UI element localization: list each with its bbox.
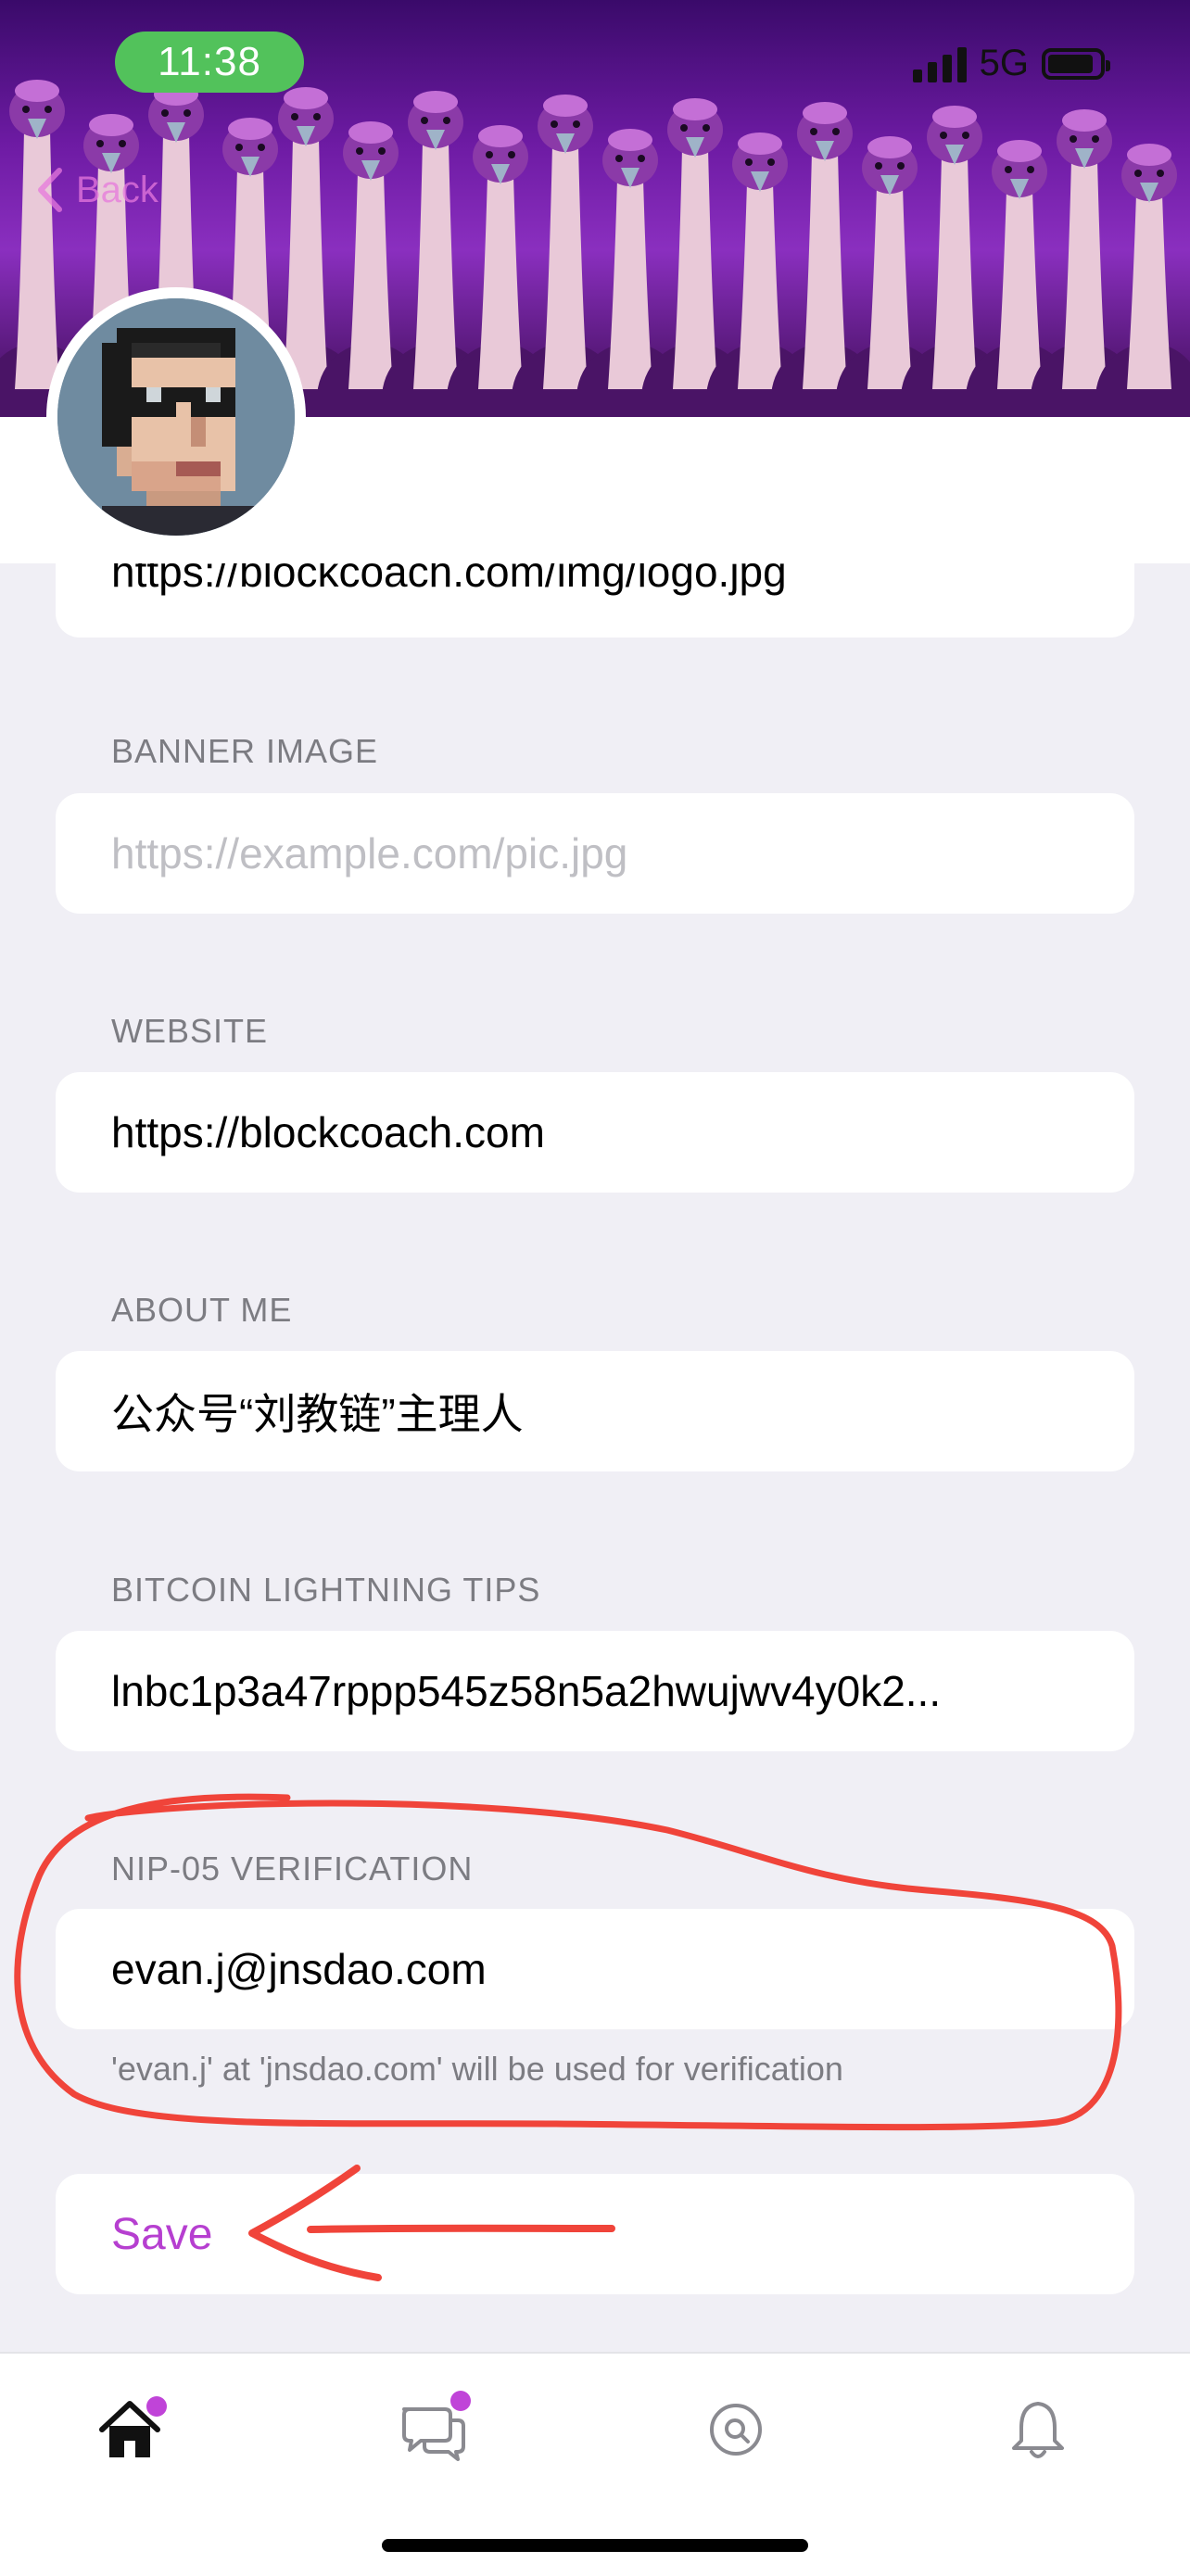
status-time: 11:38 <box>115 32 304 93</box>
about-value: 公众号“刘教链”主理人 <box>111 1390 524 1438</box>
tab-notifications[interactable] <box>1001 2393 1075 2467</box>
website-value: https://blockcoach.com <box>111 1108 545 1156</box>
back-label: Back <box>76 169 158 210</box>
banner-image-input[interactable]: https://example.com/pic.jpg <box>56 793 1134 914</box>
lightning-input[interactable]: lnbc1p3a47rppp545z58n5a2hwujwv4y0k2... <box>56 1631 1134 1751</box>
nip05-value: evan.j@jnsdao.com <box>111 1945 487 1993</box>
avatar-pixel-art <box>57 298 295 536</box>
picture-field[interactable]: https://blockcoach.com/img/logo.jpg <box>56 563 1134 638</box>
nip05-helper-text: 'evan.j' at 'jnsdao.com' will be used fo… <box>111 2050 843 2088</box>
about-label: ABOUT ME <box>111 1291 293 1329</box>
home-indicator <box>382 2539 808 2552</box>
banner-image-label: BANNER IMAGE <box>111 732 379 770</box>
ostrich-figure <box>1095 144 1190 417</box>
chevron-left-icon <box>38 168 62 212</box>
signal-icon <box>912 45 967 82</box>
back-button[interactable]: Back <box>35 167 158 213</box>
website-input[interactable]: https://blockcoach.com <box>56 1072 1134 1193</box>
lightning-value: lnbc1p3a47rppp545z58n5a2hwujwv4y0k2... <box>111 1667 942 1715</box>
tab-search[interactable] <box>699 2393 773 2467</box>
website-label: WEBSITE <box>111 1012 269 1050</box>
status-indicators: 5G <box>912 43 1110 84</box>
picture-field-value: https://blockcoach.com/img/logo.jpg <box>111 563 787 596</box>
about-input[interactable]: 公众号“刘教链”主理人 <box>56 1351 1134 1471</box>
home-badge <box>146 2396 167 2417</box>
nip05-input[interactable]: evan.j@jnsdao.com <box>56 1909 1134 2029</box>
network-label: 5G <box>979 43 1029 83</box>
tab-messages[interactable] <box>397 2391 471 2467</box>
nip05-label: NIP-05 VERIFICATION <box>111 1850 474 1888</box>
messages-badge <box>450 2391 471 2411</box>
search-icon <box>710 2404 762 2456</box>
battery-icon <box>1042 47 1110 80</box>
lightning-label: BITCOIN LIGHTNING TIPS <box>111 1571 541 1609</box>
banner-image-placeholder: https://example.com/pic.jpg <box>111 829 628 878</box>
bell-icon <box>1012 2402 1064 2458</box>
tab-home[interactable] <box>93 2393 167 2467</box>
save-button[interactable]: Save <box>56 2174 1134 2294</box>
save-label: Save <box>111 2209 213 2259</box>
avatar[interactable] <box>46 287 306 547</box>
